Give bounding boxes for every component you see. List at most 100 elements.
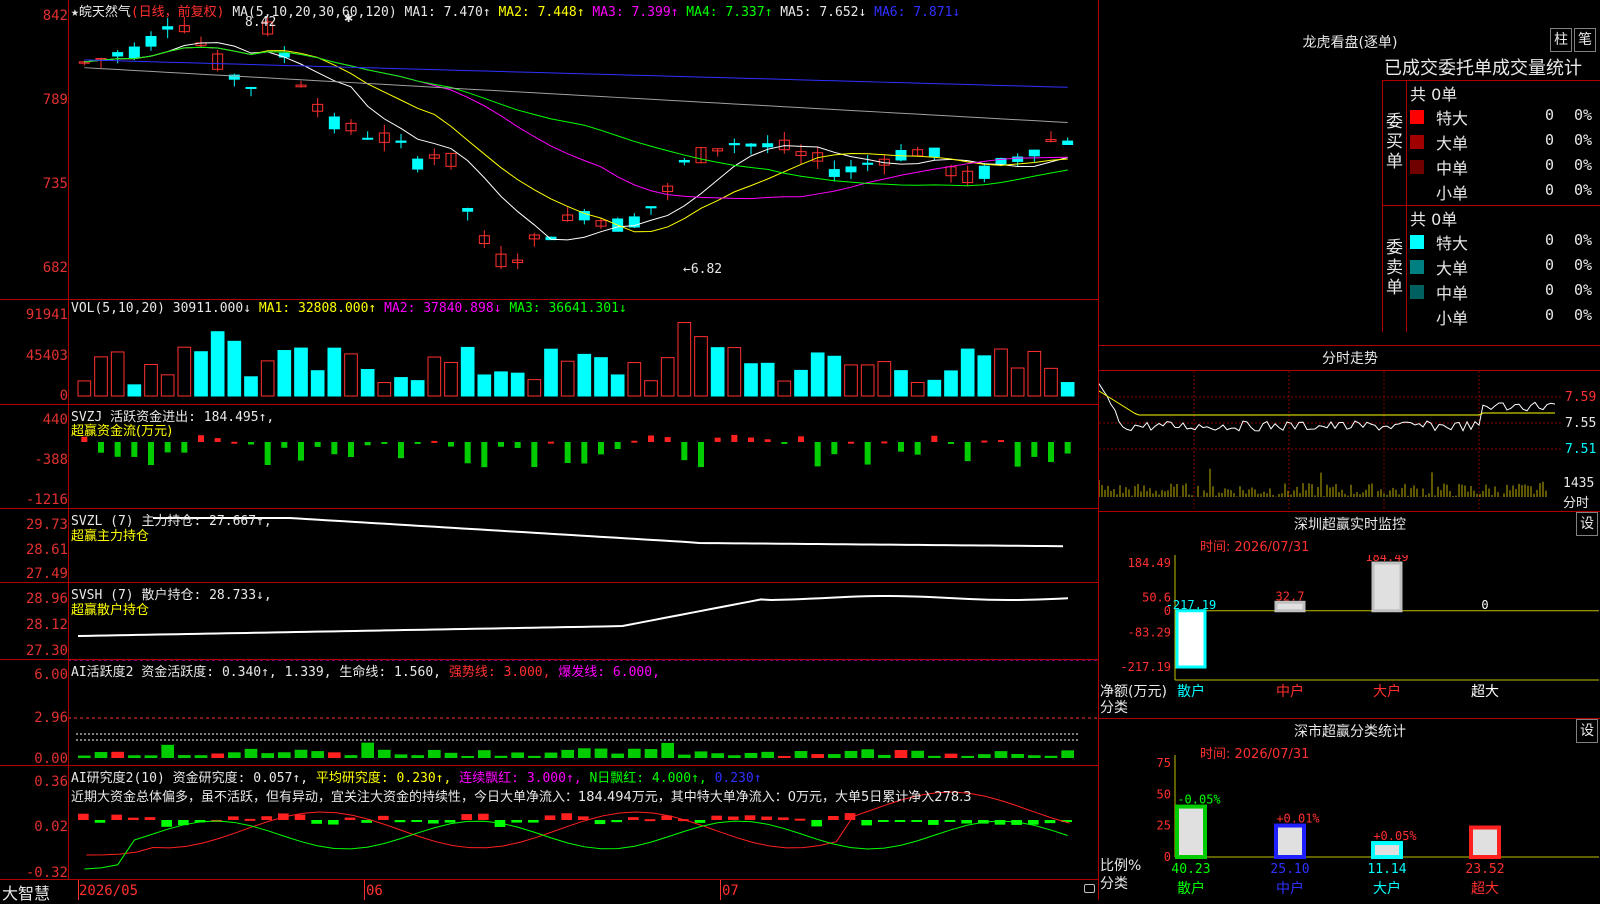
ai1-bar	[844, 750, 858, 758]
ai1-bar	[528, 755, 541, 758]
monitor-bar	[1371, 561, 1403, 613]
svzj-bar	[231, 441, 238, 444]
star-icon[interactable]: ★	[71, 5, 79, 20]
svzj-bar	[214, 438, 221, 442]
volume-bar	[244, 376, 258, 397]
intraday-canvas[interactable]	[1099, 371, 1561, 511]
ai2-bar	[328, 820, 339, 825]
volume-bar	[910, 382, 925, 397]
volume-bar	[377, 382, 392, 397]
classify-category-label: 散户	[1177, 880, 1205, 897]
stats-tabs[interactable]: 已成交委托单成交量统计	[1384, 54, 1600, 80]
svzl-line	[153, 517, 1064, 548]
ai2-bar	[794, 818, 806, 821]
ai2-bar	[894, 820, 906, 822]
svzj-bar	[481, 442, 488, 468]
ai2-bar	[111, 814, 122, 820]
sell-row[interactable]: 特大 0 0%	[1408, 229, 1600, 253]
intraday-title: 分时走势	[1322, 351, 1378, 367]
row-count: 0	[1544, 281, 1554, 299]
volume-bar	[794, 369, 808, 397]
monitor-category-label: 超大	[1471, 684, 1499, 700]
row-label: 特大	[1436, 109, 1469, 128]
svzj-bar	[931, 435, 938, 442]
volume-bar	[277, 350, 292, 397]
ai1-bar	[894, 750, 908, 758]
svzj-axis-bottom: -1216	[25, 492, 68, 508]
classify-bar	[1175, 804, 1207, 859]
ai1-bar	[644, 749, 658, 758]
volume-bar	[344, 353, 358, 397]
candle-body	[162, 26, 174, 30]
classify-bar	[1469, 825, 1501, 859]
volume-bar	[660, 357, 675, 397]
ai2-bar	[244, 818, 256, 821]
svzj-bar	[98, 442, 104, 453]
volume-bar	[327, 347, 342, 397]
tick-mode-button[interactable]: 笔	[1574, 28, 1596, 52]
svzj-bar	[864, 442, 871, 465]
candle-body	[828, 169, 840, 177]
classify-value-label: 23.52	[1465, 862, 1504, 877]
volume-bar	[394, 377, 408, 397]
candle-body	[728, 143, 740, 146]
ai2-bar	[311, 820, 322, 824]
ai2-bar	[728, 816, 739, 820]
kline-canvas[interactable]	[68, 0, 1098, 880]
sell-row[interactable]: 小单 0 0%	[1408, 304, 1600, 328]
volume-bar	[477, 374, 492, 397]
svzj-bar	[181, 442, 188, 453]
ai1-bar	[494, 755, 508, 758]
ai1-bar	[361, 742, 374, 758]
svzj-bar	[598, 442, 604, 455]
row-percent: 0%	[1574, 156, 1593, 174]
buy-row[interactable]: 大单 0 0%	[1408, 129, 1600, 153]
color-swatch	[1410, 260, 1424, 274]
buy-row[interactable]: 中单 0 0%	[1408, 154, 1600, 178]
ai2-bar	[911, 820, 922, 822]
volume-bar	[510, 372, 525, 397]
ai2-bar	[744, 815, 756, 820]
sell-row[interactable]: 大单 0 0%	[1408, 254, 1600, 278]
svzj-bar	[998, 440, 1004, 443]
ai2-axis-bottom: -0.32	[25, 865, 68, 881]
ai2-bar	[544, 815, 556, 820]
volume-bar	[760, 362, 775, 397]
row-label: 中单	[1436, 159, 1469, 178]
ai1-axis-bottom: 0.00	[34, 751, 68, 767]
ai1-bar	[911, 750, 924, 758]
stock-name[interactable]: 皖天然气	[79, 5, 131, 20]
monitor-value-label: -217.19	[1166, 598, 1217, 612]
svzj-bar	[881, 441, 888, 444]
ai2-comment: 近期大资金总体偏多，虽不活跃，但有异动，宜关注大资金的持续性，今日大单净流入：1…	[71, 790, 972, 805]
ai1-bar	[578, 748, 591, 758]
monitor-value-label: 0	[1481, 598, 1488, 612]
lock-icon[interactable]	[1084, 884, 1095, 893]
ai1-axis-top: 6.00	[34, 667, 68, 683]
svzj-bar	[414, 442, 421, 444]
volume-bar	[710, 347, 725, 397]
sell-row[interactable]: 中单 0 0%	[1408, 279, 1600, 303]
svzj-subheader: 超赢资金流(万元)	[71, 424, 173, 439]
monitor-bar	[1274, 600, 1306, 613]
candle-body	[762, 143, 774, 148]
svzj-bar	[148, 442, 154, 466]
volume-bar	[927, 379, 942, 397]
row-count: 0	[1544, 256, 1554, 274]
bar-mode-button[interactable]: 柱	[1550, 28, 1572, 52]
volume-bar	[994, 348, 1008, 397]
volume-bar	[94, 356, 108, 397]
ai1-bar	[211, 753, 224, 758]
row-percent: 0%	[1574, 106, 1593, 124]
buy-row[interactable]: 小单 0 0%	[1408, 179, 1600, 203]
buy-row[interactable]: 特大 0 0%	[1408, 104, 1600, 128]
stock-mode[interactable]: (日线，前复权)	[131, 5, 225, 20]
svzl-axis-bottom: 27.49	[25, 566, 68, 582]
svzl-subheader: 超赢主力持仓	[71, 529, 150, 544]
ai1-bar	[594, 748, 608, 758]
svzj-bar	[798, 436, 804, 442]
svzj-bar	[114, 442, 121, 457]
monitor-settings-button[interactable]: 设	[1576, 512, 1598, 536]
candle-body	[645, 206, 657, 209]
classify-settings-button[interactable]: 设	[1576, 719, 1598, 743]
